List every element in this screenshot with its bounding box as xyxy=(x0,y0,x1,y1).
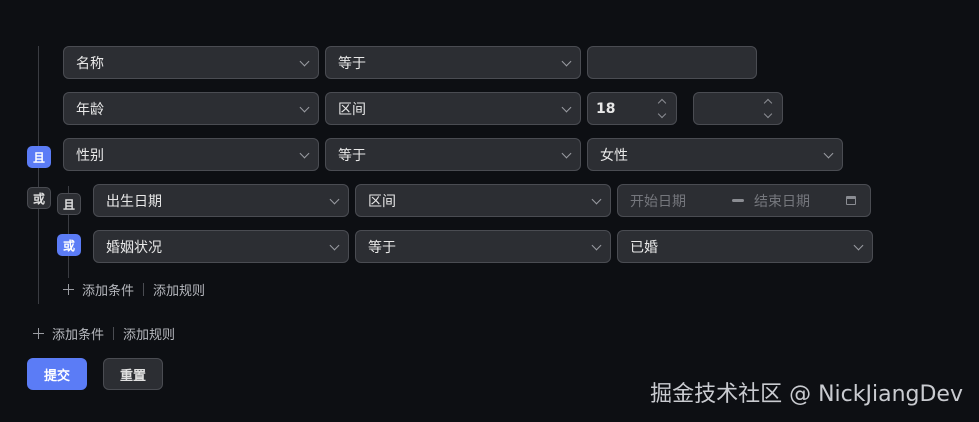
chevron-down-icon xyxy=(853,240,864,250)
rule2-operator-select[interactable]: 区间 xyxy=(325,92,581,125)
rule2-field-value: 年龄 xyxy=(76,101,104,118)
chevron-down-icon xyxy=(561,102,572,112)
rule1-operator-value: 等于 xyxy=(338,55,366,72)
chevron-down-icon xyxy=(561,148,572,158)
chevron-down-icon xyxy=(299,148,310,158)
add-condition-link[interactable]: 添加条件 xyxy=(52,324,104,343)
group-add-actions: 添加条件 添加规则 xyxy=(63,280,205,299)
rule3-operator-value: 等于 xyxy=(338,147,366,164)
group-and-badge[interactable]: 且 xyxy=(57,193,81,215)
chevron-down-icon xyxy=(329,240,340,250)
submit-button[interactable]: 提交 xyxy=(27,358,87,390)
chevron-down-icon xyxy=(657,109,667,119)
rule2-min-value: 18 xyxy=(596,100,616,117)
add-rule-link[interactable]: 添加规则 xyxy=(123,324,175,343)
rule3-field-select[interactable]: 性别 xyxy=(63,138,319,171)
date-end-placeholder[interactable]: 结束日期 xyxy=(754,191,810,211)
group-rule2-operator-select[interactable]: 等于 xyxy=(355,230,611,263)
rule1-field-value: 名称 xyxy=(76,55,104,72)
divider xyxy=(143,283,145,296)
group-or-label: 或 xyxy=(62,238,75,253)
chevron-down-icon xyxy=(591,194,602,204)
rule2-max-input[interactable] xyxy=(693,92,783,125)
group-add-condition-link[interactable]: 添加条件 xyxy=(82,280,134,299)
watermark-text: 掘金技术社区 @ NickJiangDev xyxy=(650,382,963,407)
group-rule1-operator-select[interactable]: 区间 xyxy=(355,184,611,217)
chevron-up-icon xyxy=(763,98,773,108)
date-start-placeholder[interactable]: 开始日期 xyxy=(630,191,686,211)
group-or-badge[interactable]: 或 xyxy=(57,234,81,256)
rule3-field-value: 性别 xyxy=(76,147,104,164)
calendar-icon xyxy=(846,195,856,205)
rule1-operator-select[interactable]: 等于 xyxy=(325,46,581,79)
outer-connector-line xyxy=(38,46,39,304)
chevron-down-icon xyxy=(299,102,310,112)
chevron-down-icon xyxy=(763,109,773,119)
group-rule1-field-select[interactable]: 出生日期 xyxy=(93,184,349,217)
number-stepper[interactable] xyxy=(656,97,668,120)
group-rule1-date-range[interactable]: 开始日期 结束日期 xyxy=(617,184,871,217)
divider xyxy=(113,327,115,340)
plus-icon xyxy=(33,328,44,339)
chevron-down-icon xyxy=(299,56,310,66)
reset-button[interactable]: 重置 xyxy=(103,358,163,390)
outer-or-label: 或 xyxy=(32,191,45,206)
plus-icon xyxy=(63,284,74,295)
group-rule2-field-select[interactable]: 婚姻状况 xyxy=(93,230,349,263)
group-rule2-value-text: 已婚 xyxy=(630,239,658,256)
group-and-label: 且 xyxy=(62,197,75,212)
chevron-down-icon xyxy=(591,240,602,250)
chevron-down-icon xyxy=(561,56,572,66)
chevron-down-icon xyxy=(329,194,340,204)
rule3-value-select[interactable]: 女性 xyxy=(587,138,843,171)
rule2-operator-value: 区间 xyxy=(338,101,366,118)
rule2-min-input[interactable]: 18 xyxy=(587,92,677,125)
outer-or-badge[interactable]: 或 xyxy=(27,187,51,209)
number-stepper[interactable] xyxy=(762,97,774,120)
group-add-rule-link[interactable]: 添加规则 xyxy=(153,280,205,299)
chevron-down-icon xyxy=(823,148,834,158)
outer-add-actions: 添加条件 添加规则 xyxy=(33,324,175,343)
range-separator xyxy=(732,199,744,202)
group-rule2-operator-value: 等于 xyxy=(368,239,396,256)
group-rule1-operator-value: 区间 xyxy=(368,193,396,210)
outer-and-label: 且 xyxy=(32,150,45,165)
rule2-field-select[interactable]: 年龄 xyxy=(63,92,319,125)
outer-and-badge[interactable]: 且 xyxy=(27,146,51,168)
submit-label: 提交 xyxy=(43,368,70,384)
rule1-field-select[interactable]: 名称 xyxy=(63,46,319,79)
reset-label: 重置 xyxy=(119,368,146,384)
group-rule2-field-value: 婚姻状况 xyxy=(106,239,162,256)
group-rule2-value-select[interactable]: 已婚 xyxy=(617,230,873,263)
chevron-up-icon xyxy=(657,98,667,108)
rule3-operator-select[interactable]: 等于 xyxy=(325,138,581,171)
group-rule1-field-value: 出生日期 xyxy=(106,193,162,210)
rule3-value-text: 女性 xyxy=(600,147,628,164)
rule1-value-input[interactable] xyxy=(587,46,757,79)
